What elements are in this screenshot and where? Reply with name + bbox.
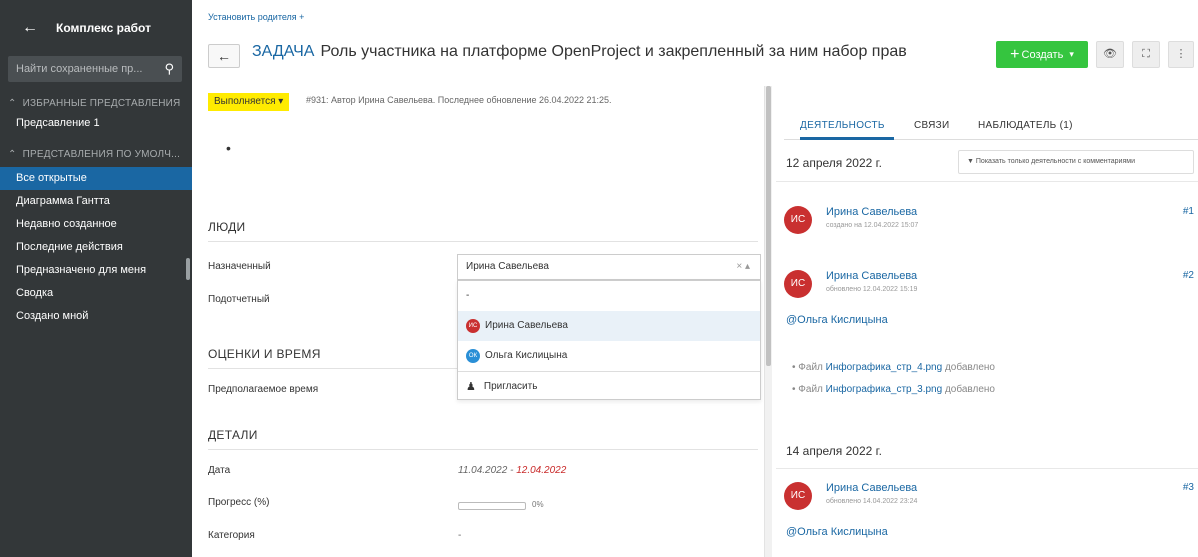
avatar: ОК [466,349,480,363]
invite-option[interactable]: ♟ Пригласить [458,371,760,401]
chevron-down-icon: ▾ [1069,49,1074,59]
work-package-type[interactable]: ЗАДАЧА [252,43,314,60]
sidebar-scrollbar[interactable] [186,258,190,280]
author-meta: #931: Автор Ирина Савельева. Последнее о… [306,95,612,105]
clear-icon[interactable]: × ▴ [736,255,750,279]
back-arrow-icon[interactable]: ← [22,19,38,37]
attachment-entry: • Файл Инфографика_стр_3.png добавлено [792,384,995,395]
comments-filter-button[interactable]: ▼ Показать только деятельности с коммент… [958,150,1194,174]
date-value[interactable]: 11.04.2022 - 12.04.2022 [458,465,566,476]
sidebar-item-created-by-me[interactable]: Создано мной [0,305,192,328]
pane-scrollbar[interactable] [764,86,772,557]
search-placeholder: Найти сохраненные пр... [16,63,143,75]
sidebar-item-assigned-to-me[interactable]: Предназначено для меня [0,259,192,282]
divider [208,241,758,242]
sidebar-item-all-open[interactable]: Все открытые [0,167,192,190]
search-icon[interactable]: ⚲ [164,61,174,77]
progress-percent: 0% [532,500,544,509]
date-label: Дата [208,465,231,476]
chevron-up-icon: ⌃ [8,149,17,160]
create-button[interactable]: + Создать ▾ [996,41,1088,68]
estimates-heading: ОЦЕНКИ И ВРЕМЯ [208,347,321,361]
activity-date: создано на 12.04.2022 15:07 [826,222,919,229]
work-package-subject[interactable]: Роль участника на платформе OpenProject … [320,43,906,60]
tab-watchers[interactable]: НАБЛЮДАТЕЛЬ (1) [978,120,1073,131]
option-user[interactable]: ОК Ольга Кислицына [458,341,760,371]
attachment-link[interactable]: Инфографика_стр_4.png [826,362,943,373]
mention-link[interactable]: @Ольга Кислицына [786,526,888,538]
active-tab-indicator [800,137,894,140]
mention-link[interactable]: @Ольга Кислицына [786,314,888,326]
saved-views-search[interactable]: Найти сохраненные пр... ⚲ [8,56,182,82]
fullscreen-button[interactable]: ⛶ [1132,41,1160,68]
description-bullet[interactable]: • [226,140,231,156]
attachment-link[interactable]: Инфографика_стр_3.png [826,384,943,395]
more-button[interactable]: ⋮ [1168,41,1194,68]
plus-icon: + [1010,45,1020,63]
assignee-label: Назначенный [208,261,271,272]
sidebar-item-favorite[interactable]: Предсавление 1 [0,112,192,135]
scroll-thumb[interactable] [766,86,771,366]
back-button[interactable]: ← [208,44,240,68]
progress-label: Прогресс (%) [208,497,270,508]
sidebar-item-summary[interactable]: Сводка [0,282,192,305]
sidebar-item-recent[interactable]: Недавно созданное [0,213,192,236]
activity-user[interactable]: Ирина Савельева [826,206,917,218]
attachment-entry: • Файл Инфографика_стр_4.png добавлено [792,362,995,373]
section-default[interactable]: ⌃ ПРЕДСТАВЛЕНИЯ ПО УМОЛЧ... [0,147,192,163]
chevron-up-icon: ⌃ [8,98,17,109]
responsible-label: Подотчетный [208,294,270,305]
divider [208,449,758,450]
assignee-select[interactable]: Ирина Савельева × ▴ [457,254,761,280]
more-icon: ⋮ [1175,48,1187,60]
assignee-value: Ирина Савельева [466,261,549,272]
assignee-dropdown-menu: - ИС Ирина Савельева ОК Ольга Кислицына … [457,280,761,400]
section-favorites[interactable]: ⌃ ИЗБРАННЫЕ ПРЕДСТАВЛЕНИЯ [0,96,192,112]
sidebar: ← Комплекс работ Найти сохраненные пр...… [0,0,192,557]
tab-activity[interactable]: ДЕЯТЕЛЬНОСТЬ [800,120,885,131]
category-label: Категория [208,530,255,541]
divider [776,468,1198,469]
activity-number[interactable]: #1 [1183,206,1194,217]
progress-bar[interactable] [458,502,526,510]
category-value[interactable]: - [458,530,461,541]
people-heading: ЛЮДИ [208,220,246,234]
activity-number[interactable]: #3 [1183,482,1194,493]
divider [776,181,1198,182]
option-none[interactable]: - [458,281,760,311]
activity-date: обновлено 14.04.2022 23:24 [826,498,918,505]
sidebar-title: Комплекс работ [56,21,151,35]
avatar[interactable]: ИС [784,206,812,234]
fullscreen-icon: ⛶ [1142,48,1150,60]
create-label: Создать [1021,48,1064,61]
page-title: ЗАДАЧА Роль участника на платформе OpenPr… [252,43,907,61]
option-user[interactable]: ИС Ирина Савельева [458,311,760,341]
sidebar-item-gantt[interactable]: Диаграмма Гантта [0,190,192,213]
chevron-down-icon: ▾ [278,96,284,107]
estimated-time-label: Предполагаемое время [208,384,319,395]
avatar[interactable]: ИС [784,270,812,298]
user-add-icon: ♟ [466,380,476,393]
eye-icon: 👁 [1103,48,1117,60]
avatar: ИС [466,319,480,333]
watch-button[interactable]: 👁 [1096,41,1124,68]
sidebar-item-latest-activity[interactable]: Последние действия [0,236,192,259]
tab-relations[interactable]: СВЯЗИ [914,120,950,131]
activity-date: обновлено 12.04.2022 15:19 [826,286,918,293]
status-badge[interactable]: Выполняется ▾ [208,93,290,111]
avatar[interactable]: ИС [784,482,812,510]
activity-number[interactable]: #2 [1183,270,1194,281]
set-parent-link[interactable]: Установить родителя + [208,12,304,22]
sidebar-back[interactable]: ← Комплекс работ [0,0,192,56]
day-header: 12 апреля 2022 г. [786,156,882,170]
filter-icon: ▼ [967,158,974,165]
activity-user[interactable]: Ирина Савельева [826,482,917,494]
activity-user[interactable]: Ирина Савельева [826,270,917,282]
day-header: 14 апреля 2022 г. [786,444,882,458]
details-heading: ДЕТАЛИ [208,428,258,442]
